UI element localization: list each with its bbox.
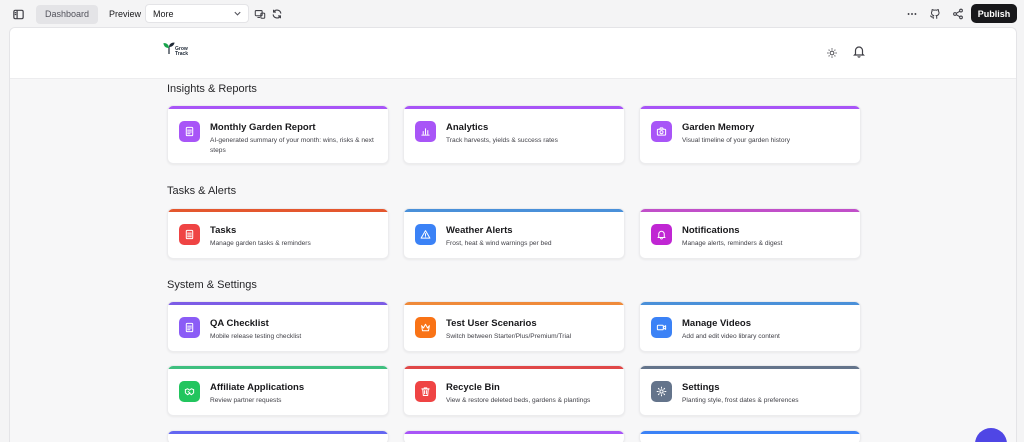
handshake-icon bbox=[179, 381, 200, 402]
logo-text: Grow Track bbox=[175, 47, 188, 57]
card-manage-videos[interactable]: Manage Videos Add and edit video library … bbox=[639, 301, 861, 352]
card-description: Add and edit video library content bbox=[682, 333, 780, 340]
camera-icon bbox=[651, 121, 672, 142]
card-settings[interactable]: Settings Planting style, frost dates & pr… bbox=[639, 365, 861, 416]
card-title: Tasks bbox=[210, 225, 237, 236]
card-title: Notifications bbox=[682, 225, 740, 236]
card-recycle-bin[interactable]: Recycle Bin View & restore deleted beds, … bbox=[403, 365, 625, 416]
more-horizontal-icon[interactable] bbox=[905, 7, 919, 21]
card-description: Manage garden tasks & reminders bbox=[210, 240, 311, 247]
sidebar-toggle-icon[interactable] bbox=[11, 7, 25, 21]
card-garden-memory[interactable]: Garden Memory Visual timeline of your gar… bbox=[639, 105, 861, 164]
card-partially-visible[interactable] bbox=[167, 430, 389, 442]
card-description: AI-generated summary of your month: wins… bbox=[210, 137, 374, 154]
view-tabs: Dashboard Preview bbox=[36, 4, 150, 24]
device-preview-icon[interactable] bbox=[253, 7, 267, 21]
card-tasks[interactable]: Tasks Manage garden tasks & reminders bbox=[167, 208, 389, 259]
logo[interactable]: Grow Track bbox=[162, 41, 192, 63]
card-qa-checklist[interactable]: QA Checklist Mobile release testing check… bbox=[167, 301, 389, 352]
card-accent-bar bbox=[640, 431, 860, 434]
tab-preview[interactable]: Preview bbox=[100, 5, 150, 24]
preview-frame: Grow Track Insights & Reports Monthly Gar… bbox=[9, 27, 1017, 442]
card-description: Track harvests, yields & success rates bbox=[446, 137, 558, 144]
share-icon[interactable] bbox=[951, 7, 965, 21]
tab-dashboard[interactable]: Dashboard bbox=[36, 4, 99, 24]
card-accent-bar bbox=[168, 366, 388, 369]
checklist-icon bbox=[179, 317, 200, 338]
editor-toolbar: Dashboard Preview More Publish bbox=[0, 0, 1024, 27]
card-title: Affiliate Applications bbox=[210, 382, 305, 393]
more-select[interactable]: More bbox=[145, 4, 249, 23]
card-accent-bar bbox=[404, 209, 624, 212]
card-title: QA Checklist bbox=[210, 318, 269, 329]
logo-text-line-2: Track bbox=[175, 51, 189, 57]
card-title: Monthly Garden Report bbox=[210, 122, 316, 133]
warning-triangle-icon bbox=[415, 224, 436, 245]
more-select-value: More bbox=[153, 8, 174, 19]
github-icon[interactable] bbox=[928, 7, 942, 21]
card-accent-bar bbox=[168, 106, 388, 109]
card-description: View & restore deleted beds, gardens & p… bbox=[446, 397, 591, 404]
refresh-icon[interactable] bbox=[270, 7, 284, 21]
card-monthly-garden-report[interactable]: Monthly Garden Report AI-generated summar… bbox=[167, 105, 389, 164]
card-title: Test User Scenarios bbox=[446, 318, 537, 329]
card-description: Review partner requests bbox=[210, 397, 282, 404]
chevron-down-icon bbox=[234, 11, 241, 16]
video-icon bbox=[651, 317, 672, 338]
card-accent-bar bbox=[168, 209, 388, 212]
trash-icon bbox=[415, 381, 436, 402]
card-accent-bar bbox=[168, 302, 388, 305]
card-description: Mobile release testing checklist bbox=[210, 333, 302, 340]
card-partially-visible[interactable] bbox=[403, 430, 625, 442]
card-title: Recycle Bin bbox=[446, 382, 500, 393]
card-accent-bar bbox=[404, 366, 624, 369]
card-description: Planting style, frost dates & preference… bbox=[682, 397, 799, 404]
section-title: Tasks & Alerts bbox=[167, 185, 237, 197]
card-title: Settings bbox=[682, 382, 720, 393]
card-description: Visual timeline of your garden history bbox=[682, 137, 790, 144]
crown-icon bbox=[415, 317, 436, 338]
card-accent-bar bbox=[404, 431, 624, 434]
bell-icon[interactable] bbox=[852, 44, 866, 58]
card-accent-bar bbox=[640, 302, 860, 305]
gear-icon bbox=[651, 381, 672, 402]
card-test-user-scenarios[interactable]: Test User Scenarios Switch between Starte… bbox=[403, 301, 625, 352]
card-title: Garden Memory bbox=[682, 122, 755, 133]
card-accent-bar bbox=[168, 431, 388, 434]
card-description: Frost, heat & wind warnings per bed bbox=[446, 240, 552, 247]
bell-icon bbox=[651, 224, 672, 245]
card-accent-bar bbox=[640, 366, 860, 369]
card-accent-bar bbox=[640, 209, 860, 212]
section-title: System & Settings bbox=[167, 279, 257, 291]
card-accent-bar bbox=[640, 106, 860, 109]
leaf-icon bbox=[163, 42, 175, 54]
publish-button[interactable]: Publish bbox=[971, 4, 1017, 23]
card-description: Switch between Starter/Plus/Premium/Tria… bbox=[446, 333, 572, 340]
card-title: Manage Videos bbox=[682, 318, 751, 329]
card-weather-alerts[interactable]: Weather Alerts Frost, heat & wind warning… bbox=[403, 208, 625, 259]
card-affiliate-applications[interactable]: Affiliate Applications Review partner req… bbox=[167, 365, 389, 416]
card-description: Manage alerts, reminders & digest bbox=[682, 240, 783, 247]
bar-chart-icon bbox=[415, 121, 436, 142]
report-icon bbox=[179, 121, 200, 142]
sun-icon[interactable] bbox=[826, 46, 840, 60]
card-partially-visible[interactable] bbox=[639, 430, 861, 442]
section-title: Insights & Reports bbox=[167, 83, 257, 95]
card-accent-bar bbox=[404, 106, 624, 109]
app-header: Grow Track bbox=[10, 28, 1016, 79]
card-title: Weather Alerts bbox=[446, 225, 513, 236]
card-analytics[interactable]: Analytics Track harvests, yields & succes… bbox=[403, 105, 625, 164]
task-list-icon bbox=[179, 224, 200, 245]
card-notifications[interactable]: Notifications Manage alerts, reminders & … bbox=[639, 208, 861, 259]
card-title: Analytics bbox=[446, 122, 489, 133]
card-accent-bar bbox=[404, 302, 624, 305]
